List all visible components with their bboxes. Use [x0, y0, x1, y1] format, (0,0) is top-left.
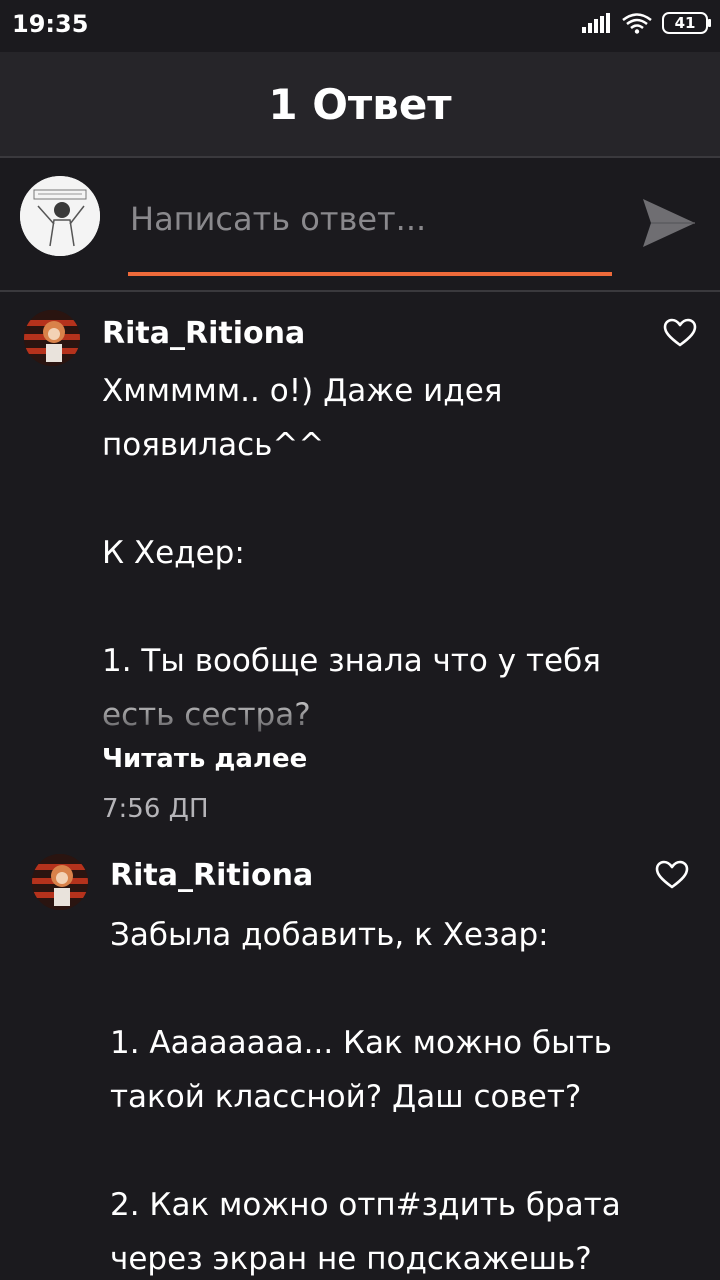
text-fade — [0, 682, 720, 742]
status-icons: 41 — [582, 12, 711, 34]
signal-icon — [582, 13, 610, 33]
user-sketch-icon — [20, 176, 100, 256]
status-bar: 19:35 41 — [0, 0, 720, 52]
heart-outline-icon[interactable] — [663, 318, 697, 348]
comment-timestamp: 7:56 ДП — [102, 794, 209, 824]
status-time: 19:35 — [12, 10, 89, 38]
heart-outline-icon[interactable] — [655, 860, 689, 890]
comment-author[interactable]: Rita_Ritiona — [102, 316, 305, 351]
avatar[interactable] — [24, 310, 80, 366]
comment-item: Rita_Ritiona Забыла добавить, к Хезар: 1… — [0, 836, 720, 1280]
header: 1 Ответ — [0, 52, 720, 158]
battery-level: 41 — [674, 13, 696, 32]
reply-input-underline — [128, 272, 612, 276]
page-title: 1 Ответ — [268, 79, 452, 129]
read-more-link[interactable]: Читать далее — [102, 744, 307, 774]
comment-item: Rita_Ritiona Хммммм.. о!) Даже идея появ… — [0, 292, 720, 837]
reply-input[interactable] — [128, 196, 616, 242]
wifi-icon — [622, 13, 652, 34]
send-icon[interactable] — [640, 196, 698, 252]
avatar-picture-icon — [32, 854, 88, 910]
avatar[interactable] — [32, 854, 88, 910]
avatar-picture-icon — [24, 310, 80, 366]
comment-text: Забыла добавить, к Хезар: 1. Ааааааaа...… — [110, 917, 621, 1277]
comment-author[interactable]: Rita_Ritiona — [110, 858, 313, 893]
reply-bar — [0, 158, 720, 292]
avatar[interactable] — [20, 176, 100, 256]
battery-icon: 41 — [662, 12, 711, 34]
